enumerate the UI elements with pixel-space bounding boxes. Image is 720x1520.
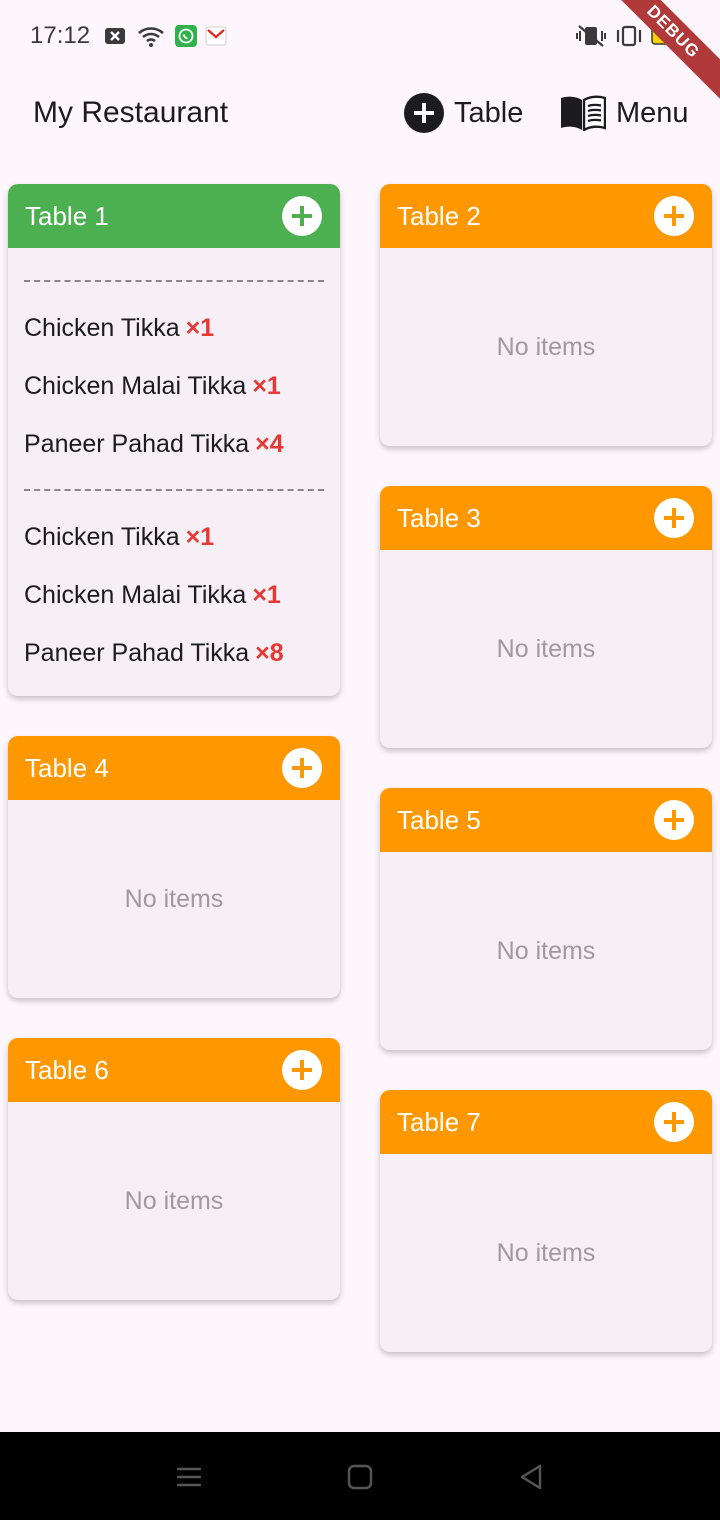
- status-time: 17:12: [30, 22, 91, 49]
- add-table-button[interactable]: Table: [404, 92, 523, 134]
- plus-icon: [664, 508, 684, 528]
- table-card-5[interactable]: Table 5 No items: [380, 788, 712, 1050]
- no-items-text: No items: [496, 635, 596, 663]
- table-name: Table 4: [25, 752, 109, 783]
- plus-icon: [664, 810, 684, 830]
- table-name: Table 5: [397, 804, 481, 835]
- table-name: Table 1: [25, 200, 109, 231]
- recent-apps-icon[interactable]: [174, 1462, 204, 1492]
- table-card-header: Table 4: [8, 736, 340, 800]
- add-item-button[interactable]: [654, 1102, 694, 1142]
- rotate-icon: [616, 25, 642, 47]
- table-card-4[interactable]: Table 4 No items: [8, 736, 340, 998]
- table-card-header: Table 6: [8, 1038, 340, 1102]
- add-item-button[interactable]: [654, 196, 694, 236]
- table-name: Table 6: [25, 1054, 109, 1085]
- order-item: Paneer Pahad Tikka ×8: [24, 639, 284, 667]
- add-item-button[interactable]: [282, 1050, 322, 1090]
- plus-icon: [292, 206, 312, 226]
- order-item: Chicken Tikka ×1: [24, 314, 215, 342]
- table-name: Table 2: [397, 200, 481, 231]
- no-items-text: No items: [124, 885, 224, 913]
- table-card-header: Table 7: [380, 1090, 712, 1154]
- add-item-button[interactable]: [654, 800, 694, 840]
- add-item-button[interactable]: [654, 498, 694, 538]
- table-name: Table 7: [397, 1106, 481, 1137]
- x-notification-icon: [105, 28, 125, 44]
- home-icon[interactable]: [345, 1462, 375, 1492]
- back-icon[interactable]: [516, 1462, 546, 1492]
- status-bar: 17:12 DEBUG: [0, 0, 720, 103]
- no-items-text: No items: [124, 1187, 224, 1215]
- table-card-6[interactable]: Table 6 No items: [8, 1038, 340, 1300]
- order-item: Chicken Tikka ×1: [24, 523, 215, 551]
- plus-icon: [292, 1060, 312, 1080]
- no-items-text: No items: [496, 1239, 596, 1267]
- order-item: Chicken Malai Tikka ×1: [24, 581, 281, 609]
- page-title: My Restaurant: [33, 96, 229, 129]
- menu-label: Menu: [616, 96, 689, 129]
- no-items-text: No items: [496, 937, 596, 965]
- vibrate-icon: [576, 25, 606, 47]
- wifi-icon: [138, 27, 164, 47]
- table-card-2[interactable]: Table 2 No items: [380, 184, 712, 446]
- plus-icon: [664, 1112, 684, 1132]
- menu-book-icon: [561, 95, 606, 131]
- gmail-icon: [205, 26, 227, 46]
- menu-button[interactable]: Menu: [560, 92, 689, 134]
- table-card-header: Table 3: [380, 486, 712, 550]
- table-card-7[interactable]: Table 7 No items: [380, 1090, 712, 1352]
- table-name: Table 3: [397, 502, 481, 533]
- no-items-text: No items: [496, 333, 596, 361]
- table-card-1[interactable]: Table 1 Chicken Tikka ×1 Chicken Malai Ti…: [8, 184, 340, 696]
- plus-icon: [292, 758, 312, 778]
- system-nav-bar: [0, 1432, 720, 1520]
- add-item-button[interactable]: [282, 196, 322, 236]
- table-card-3[interactable]: Table 3 No items: [380, 486, 712, 748]
- table-card-header: Table 1: [8, 184, 340, 248]
- add-item-button[interactable]: [282, 748, 322, 788]
- table-card-header: Table 5: [380, 788, 712, 852]
- whatsapp-icon: [175, 25, 197, 47]
- plus-icon: [664, 206, 684, 226]
- order-item: Paneer Pahad Tikka ×4: [24, 430, 284, 458]
- order-item: Chicken Malai Tikka ×1: [24, 372, 281, 400]
- table-card-header: Table 2: [380, 184, 712, 248]
- add-table-label: Table: [454, 96, 524, 129]
- app-bar: My Restaurant Table Menu: [0, 72, 720, 156]
- add-circle-icon: [404, 93, 444, 133]
